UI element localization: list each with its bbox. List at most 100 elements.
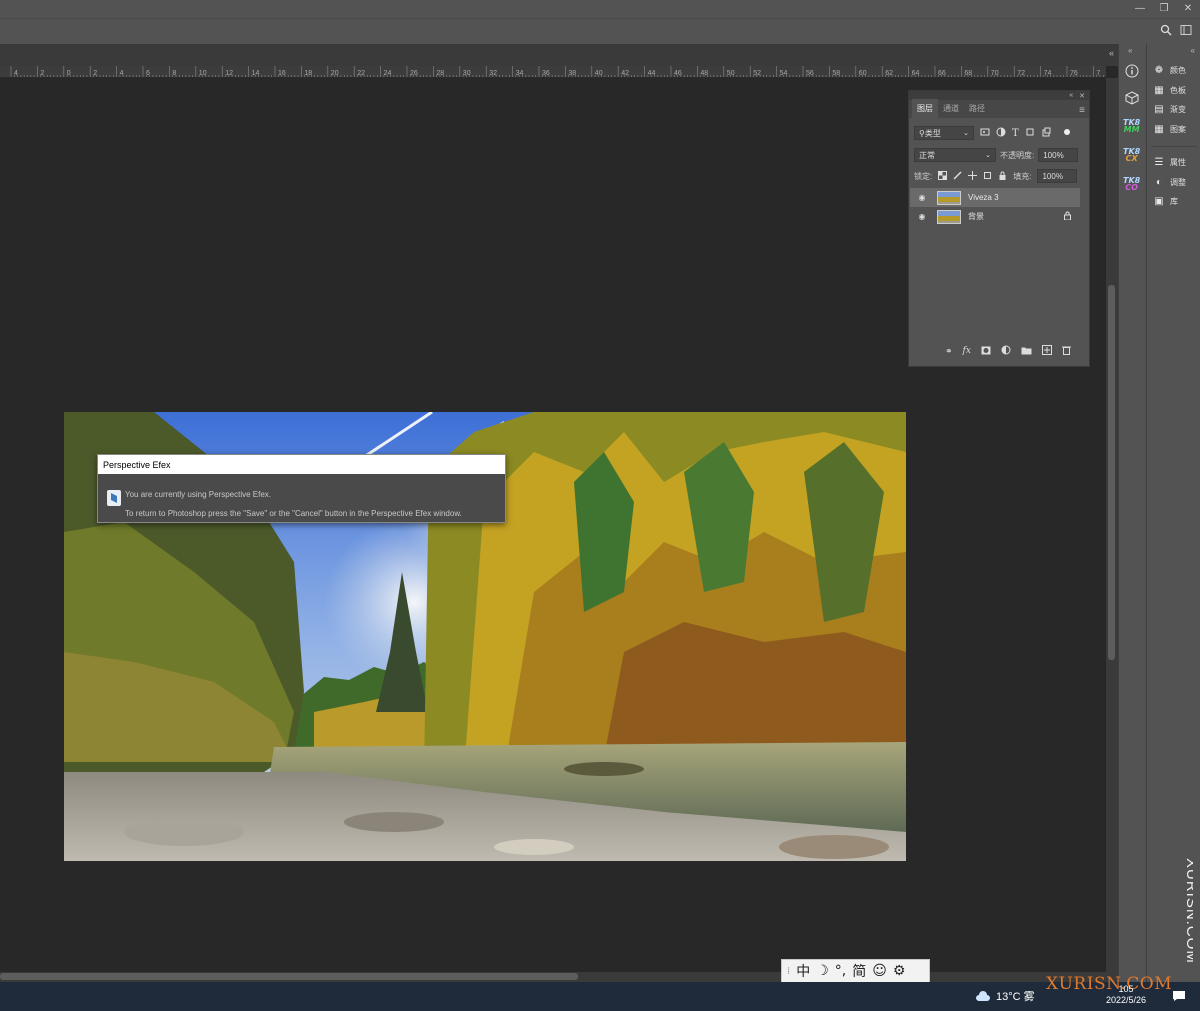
gradient-icon: ▤ [1154, 104, 1164, 116]
link-icon[interactable]: ⚭ [945, 346, 953, 357]
tk8-mm-icon[interactable]: TK8 MM [1123, 119, 1140, 134]
tk8-cx-icon[interactable]: TK8 CX [1123, 148, 1140, 163]
panel-item-gradients[interactable]: ▤ 渐变 [1147, 100, 1200, 120]
settings-icon[interactable]: ⚙ [893, 963, 906, 979]
document-tab-bar: « [0, 44, 1118, 66]
brush-icon[interactable] [953, 170, 962, 182]
trash-icon[interactable] [1061, 345, 1071, 357]
panel-item-label: 库 [1170, 197, 1178, 207]
clock-date: 2022/5/26 [1106, 995, 1147, 1005]
pattern-icon: ▦ [1154, 123, 1164, 135]
info-icon[interactable] [1125, 64, 1139, 80]
ime-toolbar: ⁞ 中 ☽ °, 简 ☺ ⚙ [781, 959, 930, 983]
adjustment-icon[interactable] [1001, 345, 1011, 357]
panel-menu-icon[interactable]: ≡ [1079, 105, 1085, 116]
tk-label-bottom: CO [1125, 183, 1138, 192]
punctuation-icon[interactable]: °, [835, 963, 846, 979]
workspace-icon[interactable] [1180, 24, 1192, 38]
lock-transparent-icon[interactable] [938, 170, 948, 182]
moon-icon[interactable]: ☽ [816, 963, 829, 979]
type-filter-icon[interactable]: T [1012, 128, 1019, 139]
minimize-button[interactable]: — [1128, 0, 1152, 16]
artboard-icon[interactable] [983, 171, 992, 182]
layers-panel: « ✕ 图层 通道 路径 ≡ ⚲类型 ⌄ T 正常 ⌄ 不透明度: 100% 锁定:… [908, 90, 1090, 367]
mask-icon[interactable] [981, 346, 991, 357]
tk-label-bottom: CX [1125, 154, 1138, 163]
panel-item-swatches[interactable]: ▦ 色板 [1147, 81, 1200, 101]
filter-label: 类型 [924, 128, 941, 138]
fill-input[interactable]: 100% [1037, 169, 1078, 183]
blend-row: 正常 ⌄ 不透明度: 100% [914, 148, 1079, 162]
panel-item-properties[interactable]: ☰ 属性 [1147, 153, 1200, 173]
simplified-toggle[interactable]: 简 [852, 961, 866, 981]
tab-channels[interactable]: 通道 [938, 103, 964, 118]
shape-filter-icon[interactable] [1025, 127, 1035, 139]
close-icon[interactable]: ✕ [1079, 92, 1085, 100]
fx-icon[interactable]: fx [963, 346, 971, 356]
properties-icon: ☰ [1154, 157, 1164, 169]
lock-label: 锁定: [914, 171, 933, 181]
tk8-co-icon[interactable]: TK8 CO [1123, 177, 1140, 192]
tab-layers[interactable]: 图层 [912, 99, 938, 118]
taskbar-clock[interactable]: 105 2022/5/26 [1106, 984, 1146, 1006]
3d-icon[interactable] [1125, 91, 1139, 107]
weather-widget[interactable]: 13°C 雾 [975, 988, 1035, 1004]
panel-item-patterns[interactable]: ▦ 图案 [1147, 120, 1200, 140]
info-icon [107, 490, 121, 506]
collapse-icon[interactable]: « [1109, 48, 1114, 58]
eye-icon[interactable]: ◉ [916, 212, 928, 221]
adjust-filter-icon[interactable] [996, 127, 1006, 139]
fill-label: 填充: [1013, 171, 1032, 181]
menu-bar [0, 0, 1200, 18]
panel-item-label: 色板 [1170, 85, 1186, 95]
lock-icon[interactable] [998, 171, 1007, 182]
emoji-icon[interactable]: ☺ [872, 963, 887, 979]
library-icon: ▣ [1154, 196, 1164, 208]
close-button[interactable]: ✕ [1176, 0, 1200, 16]
lock-row: 锁定: 填充: 100% [914, 169, 1078, 183]
tab-paths[interactable]: 路径 [964, 103, 990, 118]
search-icon[interactable] [1160, 24, 1172, 38]
panel-tabs: 图层 通道 路径 ≡ [909, 99, 1089, 118]
folder-icon[interactable] [1021, 346, 1032, 357]
panel-item-label: 渐变 [1170, 105, 1186, 115]
vertical-scroll-thumb[interactable] [1108, 285, 1115, 660]
layer-thumbnail [937, 190, 961, 205]
collapse-icon[interactable]: « [1191, 46, 1195, 55]
panel-item-color[interactable]: ❁ 颜色 [1147, 61, 1200, 81]
new-layer-icon[interactable] [1041, 345, 1052, 357]
dialog-line-2: To return to Photoshop press the "Save" … [125, 509, 462, 518]
lock-icon [1063, 211, 1072, 222]
ime-mode[interactable]: 中 [796, 961, 810, 981]
layer-row-background[interactable]: ◉ 背景 [910, 207, 1080, 226]
layer-row-viveza[interactable]: ◉ Viveza 3 [910, 188, 1080, 207]
eye-icon[interactable]: ◉ [916, 193, 928, 202]
panel-item-label: 颜色 [1170, 66, 1186, 76]
blend-mode-value: 正常 [919, 150, 935, 160]
palette-icon: ❁ [1154, 65, 1164, 77]
panel-item-libraries[interactable]: ▣ 库 [1147, 192, 1200, 212]
restore-button[interactable]: ❐ [1152, 0, 1176, 16]
notification-icon[interactable] [1172, 990, 1186, 1004]
collapse-icon[interactable]: « [1069, 92, 1073, 99]
pixel-filter-icon[interactable] [980, 127, 990, 139]
dialog-line-1: You are currently using Perspective Efex… [125, 490, 272, 499]
horizontal-scroll-thumb[interactable] [0, 973, 578, 980]
dialog-body: You are currently using Perspective Efex… [98, 474, 505, 523]
panel-item-adjustments[interactable]: ◐ 调整 [1147, 173, 1200, 193]
smart-filter-icon[interactable] [1041, 127, 1051, 139]
blend-mode-select[interactable]: 正常 ⌄ [914, 148, 996, 162]
filter-row: ⚲类型 ⌄ T [914, 126, 1071, 140]
panel-item-label: 图案 [1170, 124, 1186, 134]
filter-toggle-icon[interactable] [1063, 128, 1071, 138]
opacity-label: 不透明度: [1000, 150, 1035, 160]
filter-select[interactable]: ⚲类型 ⌄ [914, 126, 974, 140]
opacity-input[interactable]: 100% [1038, 148, 1079, 162]
collapse-icon[interactable]: « [1128, 46, 1132, 55]
divider [1151, 139, 1197, 147]
watermark-vertical: XURISN.COM [1169, 858, 1200, 976]
options-bar [0, 18, 1200, 44]
move-icon[interactable] [968, 170, 978, 182]
panel-strip: « ❁ 颜色 ▦ 色板 ▤ 渐变 ▦ 图案 ☰ 属性 ◐ 调整 ▣ 库 XURISN.COM [1146, 44, 1200, 982]
panel-item-label: 调整 [1170, 177, 1186, 187]
